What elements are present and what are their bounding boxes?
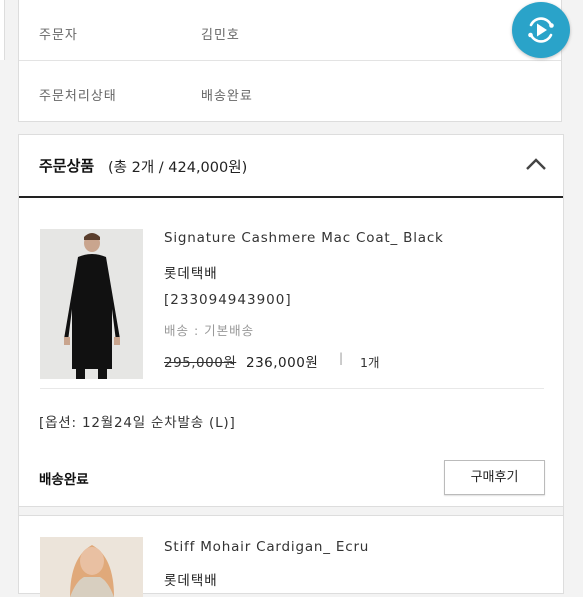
coat-model-photo	[40, 229, 143, 379]
play-refresh-icon	[528, 17, 554, 43]
delivery-company: 롯데택배	[164, 573, 218, 589]
original-price: 295,000원	[164, 355, 237, 371]
orderer-row: 주문자 김민호	[19, 0, 561, 61]
order-info-box: 주문자 김민호 주문처리상태 배송완료	[18, 0, 562, 122]
price-separator: |	[339, 351, 344, 365]
shipping-type: 배송 : 기본배송	[164, 323, 255, 338]
order-items-header[interactable]: 주문상품 (총 2개 / 424,000원)	[19, 135, 563, 198]
product-image[interactable]	[40, 537, 143, 597]
order-items-title: 주문상품	[39, 157, 95, 175]
order-items-card: 주문상품 (총 2개 / 424,000원) Signature Cashmer…	[18, 134, 564, 597]
delivery-status: 배송완료	[39, 472, 89, 488]
product-option: [옵션: 12월24일 순차발송 (L)]	[39, 415, 236, 431]
order-status-value: 배송완료	[201, 89, 253, 104]
write-review-button[interactable]: 구매후기	[444, 460, 545, 495]
product-name[interactable]: Stiff Mohair Cardigan_ Ecru	[164, 539, 369, 555]
quantity: 1개	[360, 355, 380, 370]
left-edge-panel	[0, 0, 5, 60]
orderer-label: 주문자	[39, 28, 78, 43]
product-separator	[19, 506, 563, 516]
floating-action-button[interactable]	[512, 2, 570, 58]
chevron-up-icon[interactable]	[525, 157, 547, 171]
orderer-value: 김민호	[201, 28, 240, 43]
order-summary: (총 2개 / 424,000원)	[108, 160, 248, 176]
tracking-number[interactable]: [233094943900]	[164, 292, 292, 308]
order-status-row: 주문처리상태 배송완료	[19, 61, 561, 121]
order-status-label: 주문처리상태	[39, 89, 117, 104]
divider	[40, 388, 544, 389]
product-image[interactable]	[40, 229, 143, 379]
sale-price: 236,000원	[246, 355, 319, 371]
product-name[interactable]: Signature Cashmere Mac Coat_ Black	[164, 230, 444, 246]
cardigan-model-photo	[40, 537, 143, 597]
delivery-company: 롯데택배	[164, 266, 218, 282]
